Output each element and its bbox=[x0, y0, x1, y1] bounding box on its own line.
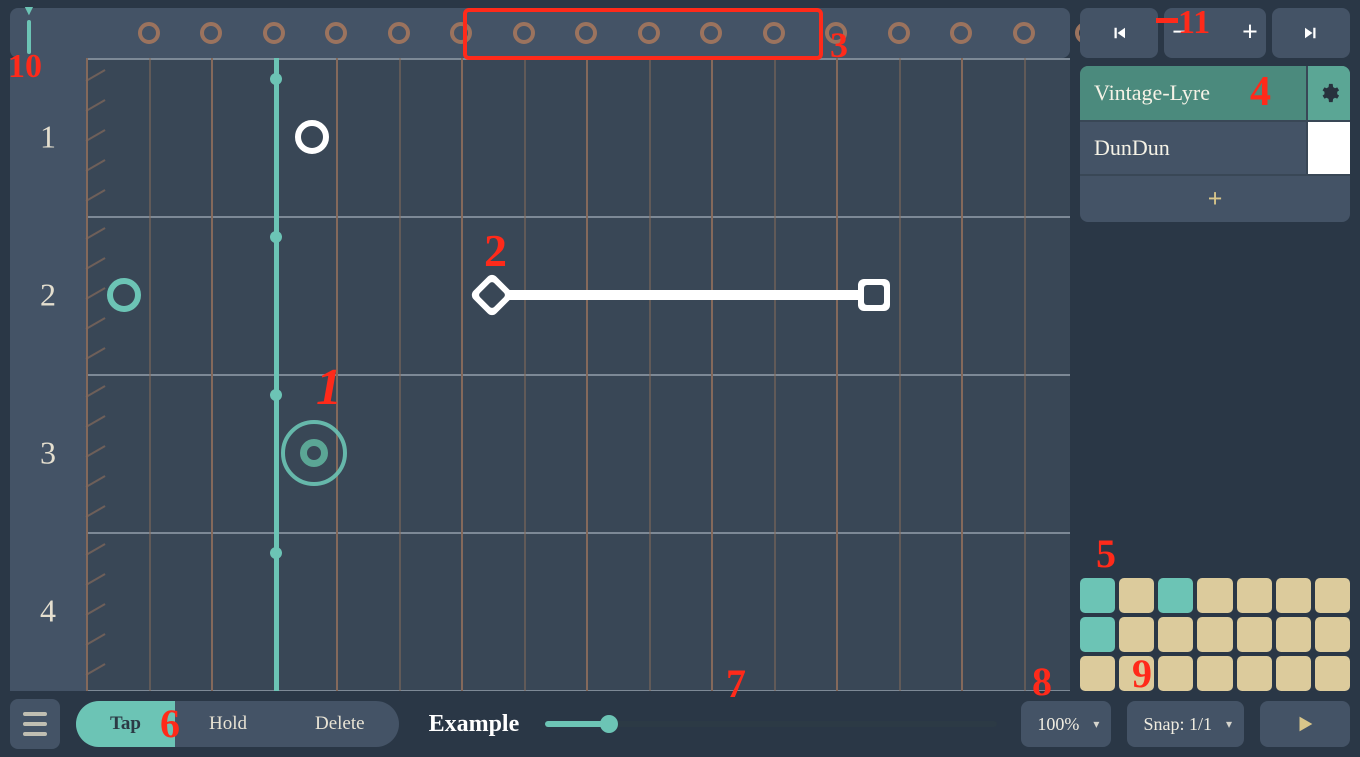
instrument-name: DunDun bbox=[1080, 135, 1306, 161]
beat-marker[interactable] bbox=[638, 22, 660, 44]
timeline-bar[interactable]: ▼ bbox=[10, 8, 1070, 58]
beat-marker[interactable] bbox=[888, 22, 910, 44]
pad-cell[interactable] bbox=[1158, 578, 1193, 613]
snap-dropdown[interactable]: Snap: 1/1 ▾ bbox=[1127, 701, 1244, 747]
tool-hold[interactable]: Hold bbox=[175, 701, 281, 747]
pad-cell[interactable] bbox=[1276, 656, 1311, 691]
playhead-line[interactable] bbox=[274, 58, 279, 691]
instrument-row[interactable]: DunDun bbox=[1080, 120, 1350, 174]
pad-cell[interactable] bbox=[1315, 578, 1350, 613]
bottom-toolbar: Tap Hold Delete Example 100% ▾ Snap: 1/1 ▾ bbox=[10, 699, 1350, 749]
tool-tap[interactable]: Tap bbox=[76, 701, 175, 747]
instrument-color-swatch[interactable] bbox=[1306, 122, 1350, 174]
beat-marker[interactable] bbox=[200, 22, 222, 44]
pad-cell[interactable] bbox=[1080, 578, 1115, 613]
instrument-list: Vintage-Lyre DunDun + bbox=[1080, 66, 1350, 222]
pad-cell[interactable] bbox=[1119, 617, 1154, 652]
pad-grid bbox=[1080, 578, 1350, 691]
note-hold-body[interactable] bbox=[492, 290, 873, 300]
pad-cell[interactable] bbox=[1080, 656, 1115, 691]
zoom-dropdown[interactable]: 100% ▾ bbox=[1021, 701, 1111, 747]
song-name: Example bbox=[429, 711, 520, 738]
note-tap-selected[interactable] bbox=[300, 439, 328, 467]
row-number: 2 bbox=[10, 277, 86, 314]
play-button[interactable] bbox=[1260, 701, 1350, 747]
note-tap[interactable] bbox=[107, 278, 141, 312]
note-hold-end[interactable] bbox=[858, 279, 890, 311]
pad-cell[interactable] bbox=[1158, 656, 1193, 691]
beat-marker[interactable] bbox=[763, 22, 785, 44]
beat-marker[interactable] bbox=[1013, 22, 1035, 44]
pad-cell[interactable] bbox=[1315, 617, 1350, 652]
pad-cell[interactable] bbox=[1276, 578, 1311, 613]
transport-controls: − + bbox=[1080, 8, 1350, 58]
note-hold-start[interactable] bbox=[470, 272, 515, 317]
pad-cell[interactable] bbox=[1276, 617, 1311, 652]
pad-cell[interactable] bbox=[1119, 656, 1154, 691]
pad-cell[interactable] bbox=[1197, 656, 1232, 691]
row-number: 4 bbox=[10, 593, 86, 630]
pad-cell[interactable] bbox=[1119, 578, 1154, 613]
row-number: 3 bbox=[10, 435, 86, 472]
beat-marker[interactable] bbox=[263, 22, 285, 44]
annotation-5: 5 bbox=[1096, 530, 1116, 577]
zoom-value: 100% bbox=[1037, 714, 1079, 735]
skip-forward-icon bbox=[1302, 24, 1320, 42]
pad-cell[interactable] bbox=[1158, 617, 1193, 652]
snap-value: Snap: 1/1 bbox=[1143, 714, 1212, 735]
chevron-down-icon: ▾ bbox=[1093, 717, 1099, 732]
menu-button[interactable] bbox=[10, 699, 60, 749]
tool-selector: Tap Hold Delete bbox=[76, 701, 399, 747]
menu-icon bbox=[23, 712, 47, 716]
skip-back-icon bbox=[1110, 24, 1128, 42]
beat-marker[interactable] bbox=[513, 22, 535, 44]
pad-cell[interactable] bbox=[1315, 656, 1350, 691]
instrument-settings-button[interactable] bbox=[1306, 66, 1350, 120]
gear-icon bbox=[1318, 82, 1340, 104]
beat-marker[interactable] bbox=[700, 22, 722, 44]
beat-marker[interactable] bbox=[450, 22, 472, 44]
note-grid[interactable]: 1 2 3 4 bbox=[10, 58, 1070, 691]
zoom-stepper[interactable]: − + bbox=[1164, 8, 1266, 58]
chevron-down-icon: ▾ bbox=[1226, 717, 1232, 732]
beat-marker[interactable] bbox=[325, 22, 347, 44]
pad-cell[interactable] bbox=[1237, 656, 1272, 691]
pad-cell[interactable] bbox=[1237, 617, 1272, 652]
play-icon bbox=[1294, 713, 1316, 735]
pad-cell[interactable] bbox=[1237, 578, 1272, 613]
row-number: 1 bbox=[10, 119, 86, 156]
beat-marker[interactable] bbox=[388, 22, 410, 44]
playback-slider[interactable] bbox=[545, 721, 997, 727]
beat-marker[interactable] bbox=[138, 22, 160, 44]
instrument-row[interactable]: Vintage-Lyre bbox=[1080, 66, 1350, 120]
beat-marker[interactable] bbox=[575, 22, 597, 44]
instrument-name: Vintage-Lyre bbox=[1080, 80, 1306, 106]
tool-delete[interactable]: Delete bbox=[281, 701, 399, 747]
beat-marker[interactable] bbox=[950, 22, 972, 44]
skip-forward-button[interactable] bbox=[1272, 8, 1350, 58]
pad-cell[interactable] bbox=[1197, 617, 1232, 652]
beat-marker[interactable] bbox=[825, 22, 847, 44]
skip-back-button[interactable] bbox=[1080, 8, 1158, 58]
slider-thumb[interactable] bbox=[600, 715, 618, 733]
add-instrument-button[interactable]: + bbox=[1080, 175, 1350, 222]
pad-cell[interactable] bbox=[1080, 617, 1115, 652]
pad-cell[interactable] bbox=[1197, 578, 1232, 613]
note-tap[interactable] bbox=[295, 120, 329, 154]
